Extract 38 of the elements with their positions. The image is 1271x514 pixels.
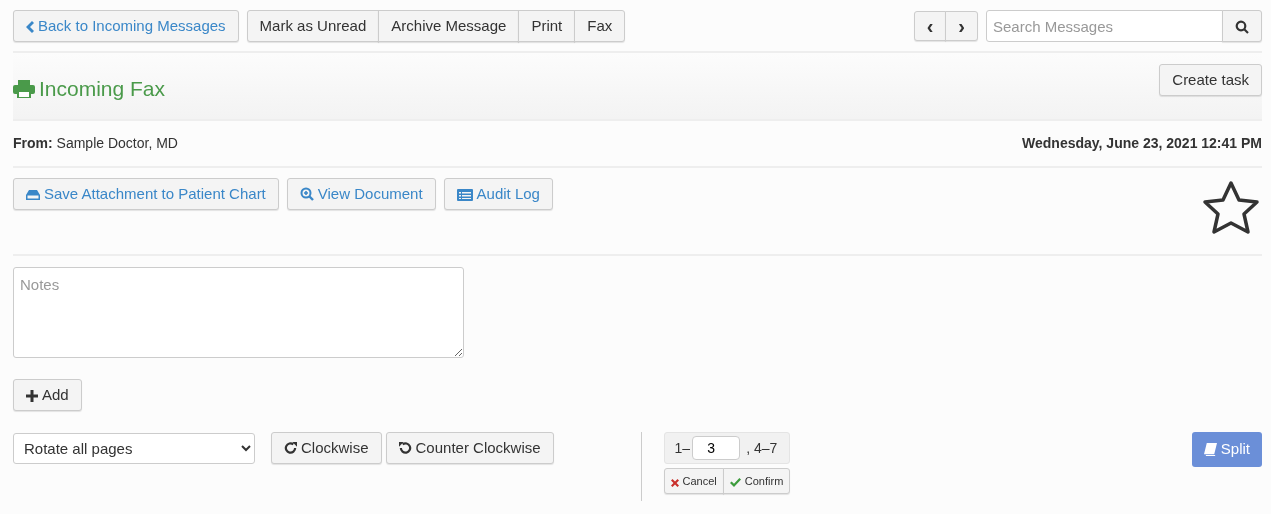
action-button[interactable]: Fax bbox=[574, 10, 626, 42]
page-title: Incoming Fax bbox=[13, 73, 166, 105]
view-document-button[interactable]: View Document bbox=[286, 178, 436, 210]
zoom-in-icon bbox=[299, 187, 314, 201]
check-icon bbox=[729, 478, 741, 487]
audit-log-button[interactable]: Audit Log bbox=[443, 178, 553, 210]
rotate-clockwise-icon bbox=[284, 442, 297, 455]
action-button[interactable]: Print bbox=[518, 10, 576, 42]
back-button[interactable]: Back to Incoming Messages bbox=[13, 10, 239, 42]
clockwise-button[interactable]: Clockwise bbox=[271, 432, 382, 464]
rotate-select[interactable]: Rotate all pages bbox=[13, 433, 255, 464]
add-button[interactable]: Add bbox=[13, 379, 82, 411]
page-number-field[interactable]: 3 bbox=[692, 436, 741, 460]
action-button[interactable]: Mark as Unread bbox=[246, 10, 380, 42]
range-suffix: , 4–7 bbox=[746, 438, 778, 458]
sender-text: From: Sample Doctor, MD bbox=[13, 134, 178, 153]
action-button[interactable]: Archive Message bbox=[378, 10, 520, 42]
cross-icon bbox=[670, 479, 679, 487]
next-button[interactable]: › bbox=[945, 11, 978, 41]
printer-icon bbox=[13, 80, 35, 98]
search-button[interactable] bbox=[1222, 10, 1262, 42]
list-icon bbox=[456, 189, 473, 201]
previous-button[interactable]: ‹ bbox=[913, 11, 947, 41]
search-icon bbox=[1235, 20, 1249, 35]
confirm-button[interactable]: Confirm bbox=[722, 468, 791, 494]
counter-clockwise-button[interactable]: Counter Clockwise bbox=[385, 432, 554, 464]
create-task-button[interactable]: Create task bbox=[1159, 64, 1262, 96]
message-date: Wednesday, June 23, 2021 12:41 PM bbox=[1022, 134, 1262, 153]
rotate-counterclockwise-icon bbox=[398, 442, 412, 455]
notes-field[interactable]: Notes bbox=[13, 267, 464, 358]
save-attachment-button[interactable]: Save Attachment to Patient Chart bbox=[13, 178, 279, 210]
plus-icon bbox=[26, 390, 38, 402]
range-prefix: 1– bbox=[674, 438, 691, 458]
cancel-button[interactable]: Cancel bbox=[663, 468, 724, 494]
search-field[interactable]: Search Messages bbox=[986, 10, 1223, 42]
tray-icon bbox=[26, 189, 40, 201]
chevron-left-icon bbox=[26, 21, 34, 33]
book-icon bbox=[1203, 443, 1217, 456]
